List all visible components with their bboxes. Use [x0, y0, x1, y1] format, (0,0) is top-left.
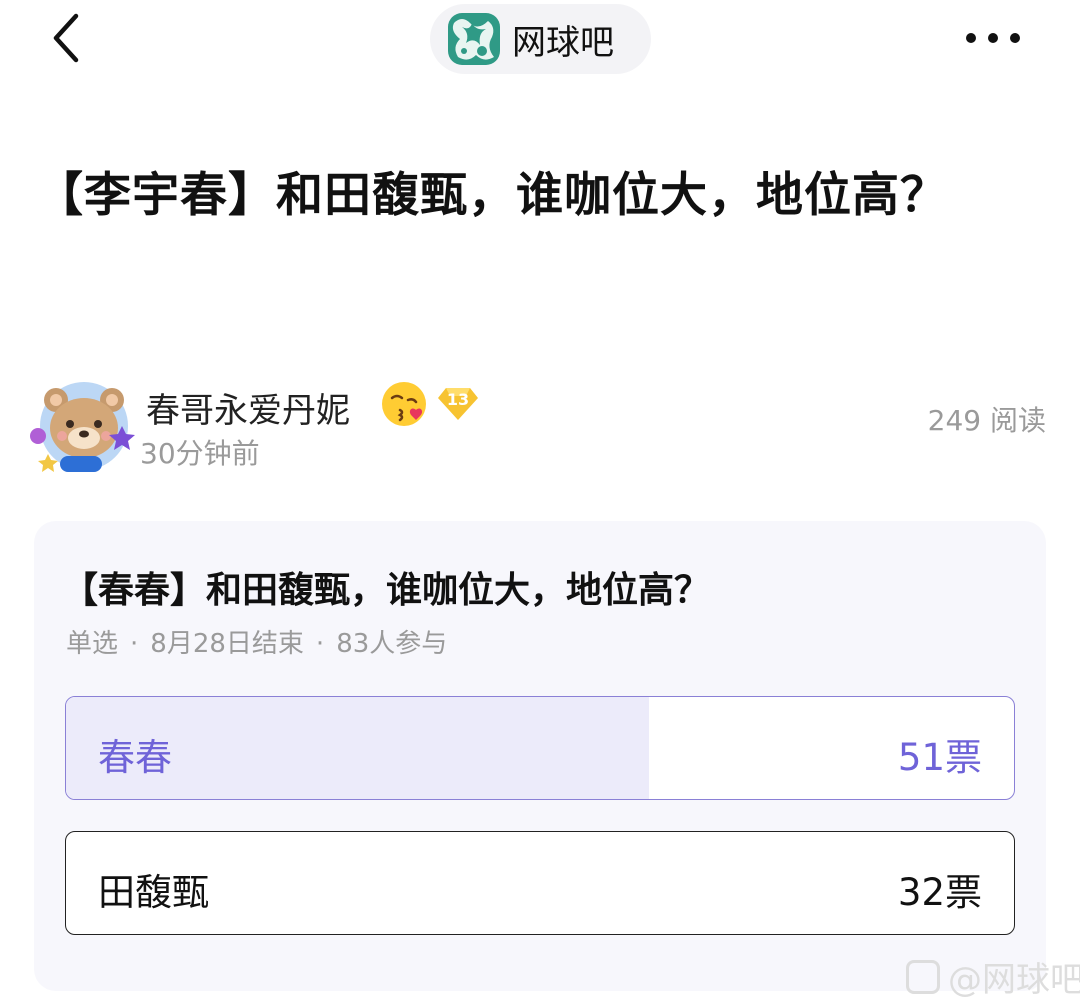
forum-name: 网球吧	[512, 22, 614, 63]
separator-dot: ·	[130, 629, 139, 659]
author-name[interactable]: 春哥永爱丹妮	[146, 383, 350, 432]
post-time: 30分钟前	[140, 437, 260, 470]
more-button[interactable]	[958, 18, 1028, 58]
avatar[interactable]	[26, 378, 136, 474]
poll-option-1-votes: 51票	[897, 736, 982, 779]
top-bar: 网球吧	[0, 0, 1080, 80]
poll-type: 单选	[66, 629, 119, 659]
bear-avatar-icon	[30, 382, 135, 472]
forum-logo	[448, 13, 500, 65]
watermark-text: @网球吧	[948, 960, 1080, 1000]
watermark: @网球吧	[906, 952, 1080, 1001]
poll-end-date: 8月28日结束	[150, 629, 304, 659]
poll-option-2-label: 田馥甄	[98, 871, 209, 914]
poll-title: 【春春】和田馥甄，谁咖位大，地位高？	[62, 570, 711, 611]
read-count: 249 阅读	[927, 404, 1046, 437]
tieba-logo-icon	[906, 959, 940, 994]
forum-entry-button[interactable]: 网球吧	[430, 4, 651, 74]
poll-card: 【春春】和田馥甄，谁咖位大，地位高？ 单选 · 8月28日结束 · 83人参与 春春 5…	[34, 521, 1046, 991]
poll-option-1[interactable]: 春春 51票	[65, 696, 1015, 800]
more-dots-icon	[966, 33, 1020, 43]
level-number: 13	[446, 390, 470, 409]
poll-option-2-votes: 32票	[897, 871, 982, 914]
back-button[interactable]	[40, 8, 90, 68]
poll-option-1-label: 春春	[98, 736, 172, 779]
poll-option-2[interactable]: 田馥甄 32票	[65, 831, 1015, 935]
kiss-emoji-icon	[380, 380, 428, 428]
chevron-left-icon	[53, 13, 79, 63]
poll-participants: 83人参与	[336, 629, 448, 659]
separator-dot: ·	[315, 629, 325, 659]
poll-meta: 单选 · 8月28日结束 · 83人参与	[66, 623, 447, 660]
post-title: 【李宇春】和田馥甄，谁咖位大，地位高？	[36, 168, 948, 223]
